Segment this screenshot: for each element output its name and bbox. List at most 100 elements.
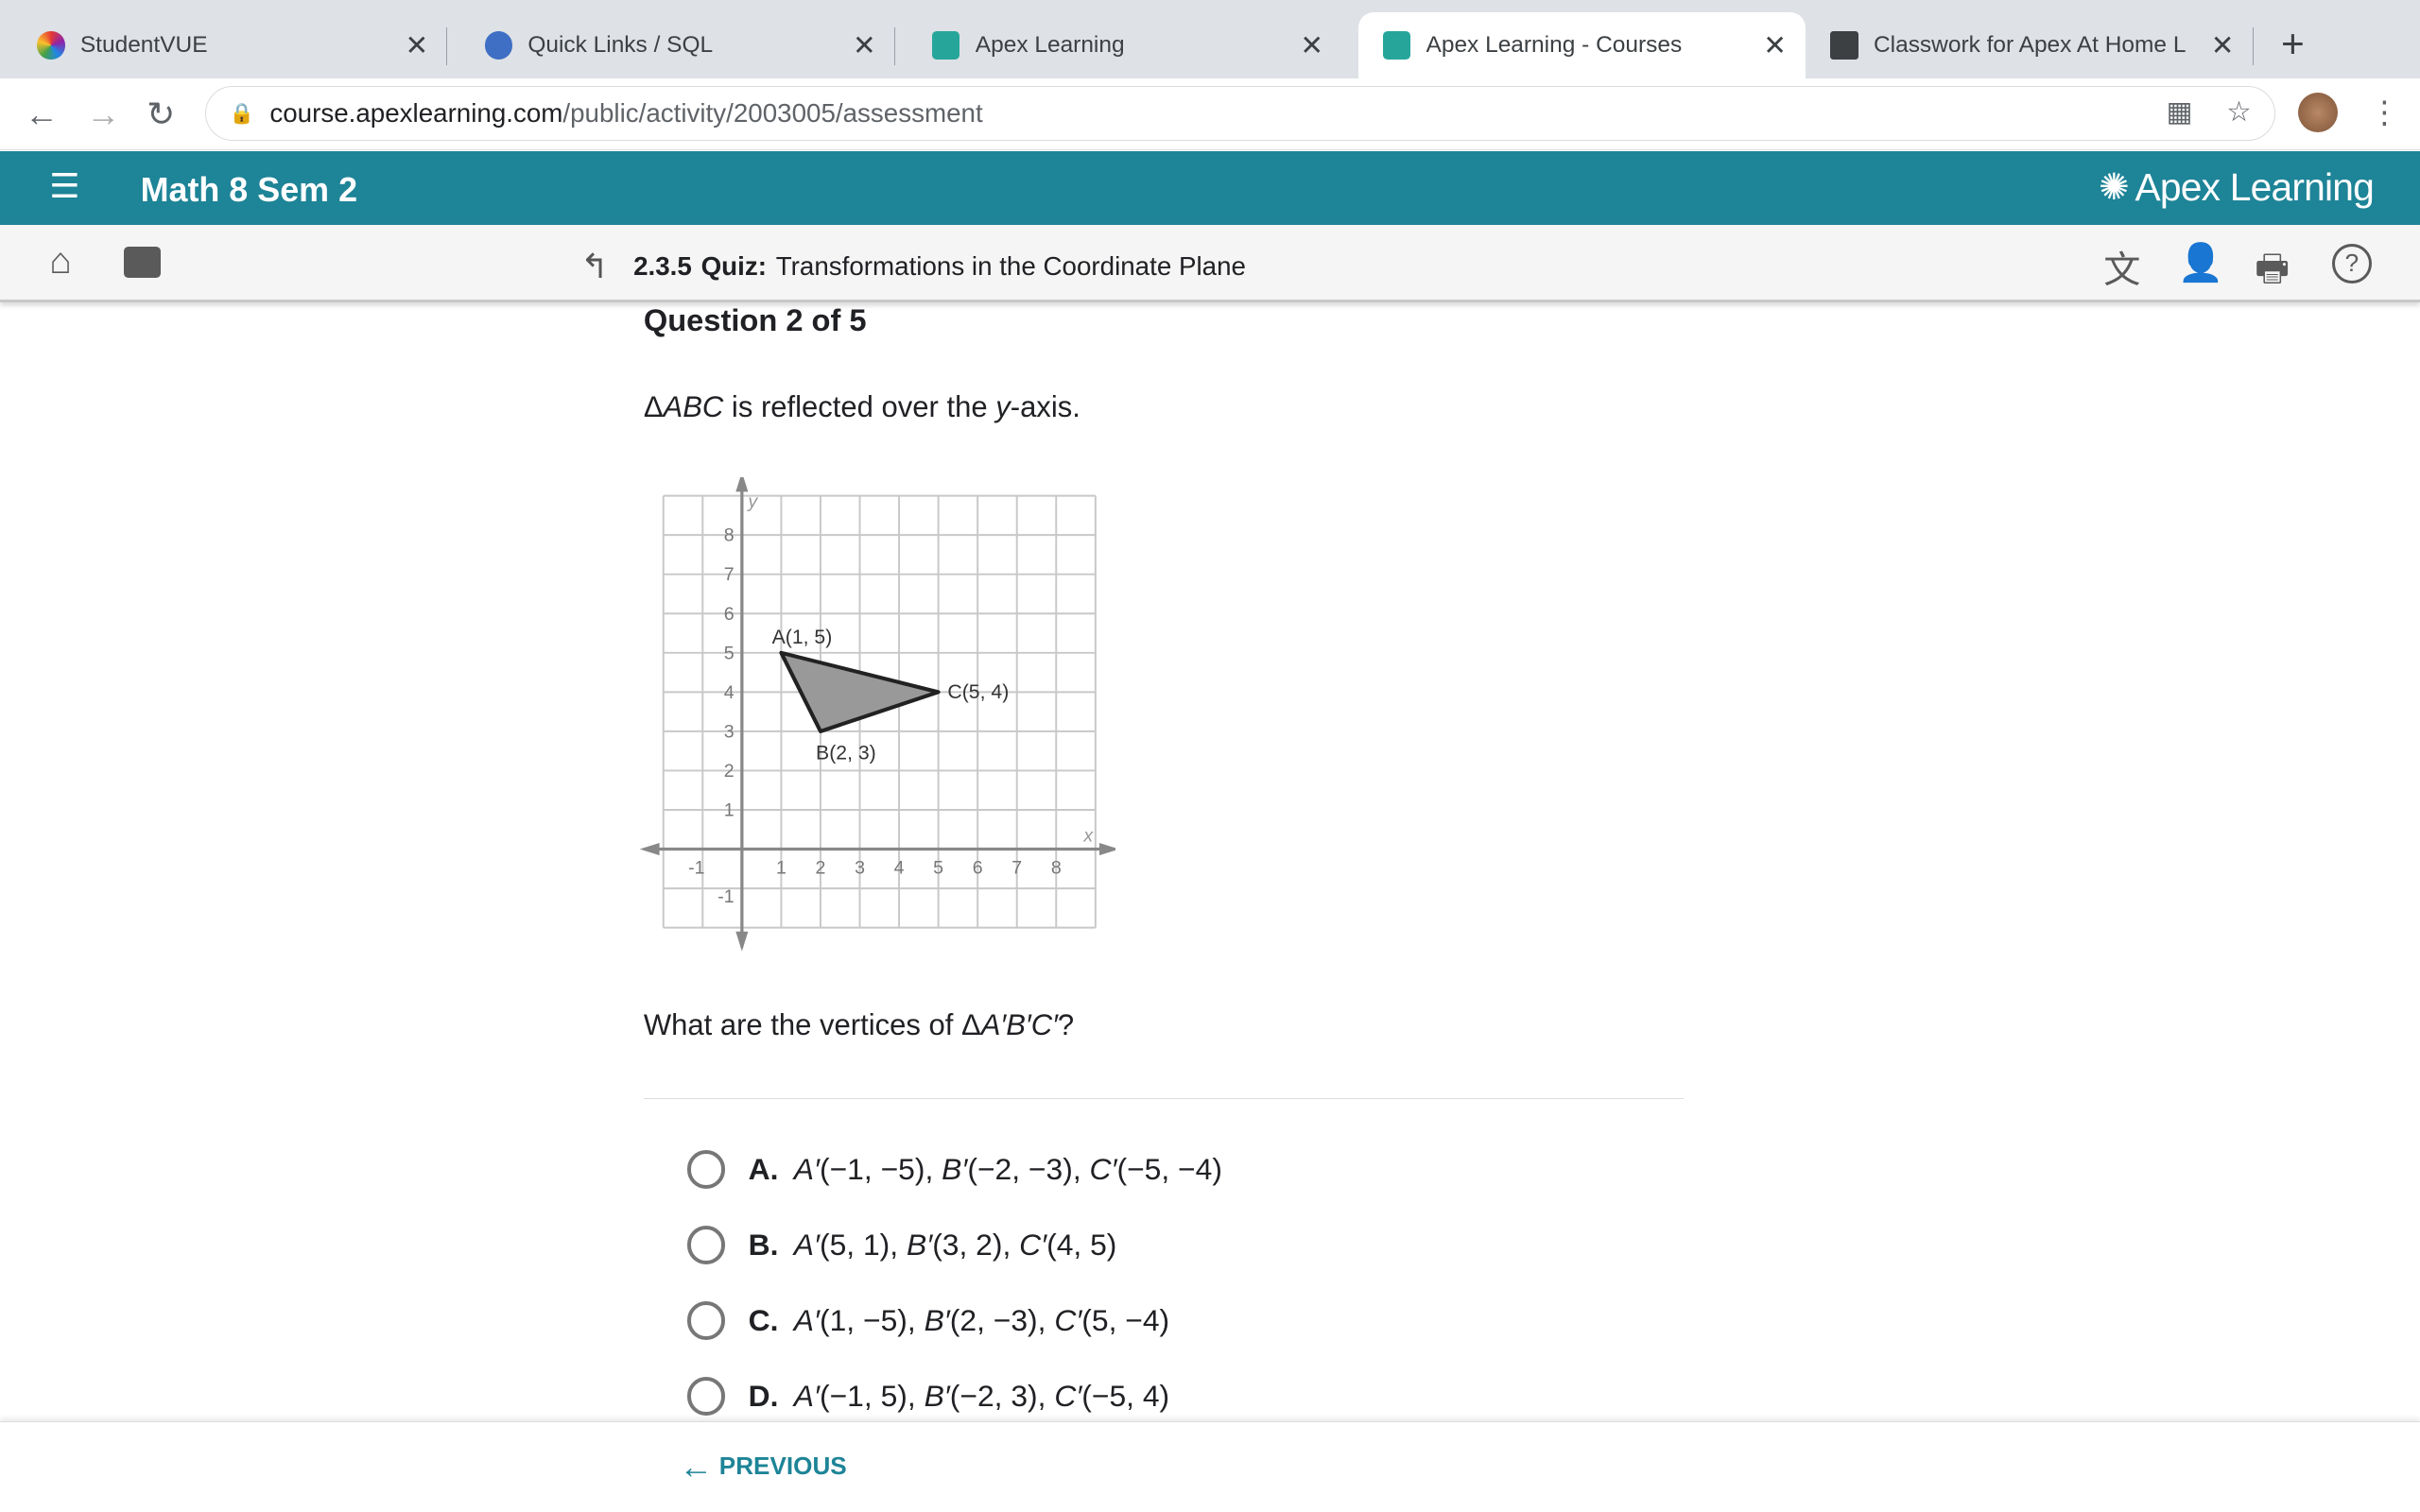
activity-type: Quiz: [700, 251, 767, 282]
previous-button[interactable]: ← PREVIOUS [679, 1447, 846, 1486]
y-tick-label: 7 [724, 564, 735, 585]
activity-number: 2.3.5 [633, 251, 692, 282]
translate-icon[interactable]: 文 [2103, 241, 2140, 294]
divider [643, 1097, 1685, 1100]
x-tick-label: 1 [776, 858, 786, 879]
choice-text: A′(5, 1), B′(3, 2), C′(4, 5) [793, 1228, 1117, 1263]
activity-title: Transformations in the Coordinate Plane [775, 251, 1246, 282]
tab-quick-links[interactable]: Quick Links / SQL ✕ [447, 12, 895, 78]
answer-choice-a[interactable]: A. A′(−1, −5), B′(−2, −3), C′(−5, −4) [686, 1132, 1693, 1208]
course-title: Math 8 Sem 2 [140, 169, 358, 209]
address-bar[interactable]: 🔒 course.apexlearning.com/public/activit… [205, 86, 2275, 141]
close-icon[interactable]: ✕ [398, 29, 435, 62]
y-tick-label: 4 [724, 682, 735, 703]
home-icon[interactable]: ⌂ [49, 241, 72, 283]
x-tick-label: 2 [816, 858, 826, 879]
reload-icon[interactable]: ↻ [147, 94, 175, 134]
close-icon[interactable]: ✕ [2204, 29, 2240, 62]
app-header: ☰ Math 8 Sem 2 ✺ Apex Learning [0, 150, 2420, 226]
y-axis-label: y [747, 491, 759, 512]
x-axis-label: x [1083, 825, 1095, 846]
choice-letter: A. [748, 1152, 779, 1187]
apex-icon [1382, 31, 1411, 60]
vertex-label-b: B(2, 3) [816, 742, 876, 764]
radio-button[interactable] [686, 1226, 726, 1265]
apex-icon [932, 31, 960, 60]
x-tick-label: -1 [688, 858, 704, 879]
vertex-label-c: C(5, 4) [948, 681, 1010, 703]
activity-bar: ⌂ ↰ 2.3.5 Quiz: Transformations in the C… [0, 225, 2420, 304]
back-icon[interactable]: ← [25, 94, 59, 134]
arrow-left-icon: ← [679, 1446, 714, 1486]
y-tick-label: 2 [724, 761, 735, 782]
choice-letter: C. [748, 1303, 779, 1338]
choice-letter: B. [748, 1228, 779, 1263]
apex-logo: ✺ Apex Learning [2098, 164, 2375, 209]
answer-choice-b[interactable]: B. A′(5, 1), B′(3, 2), C′(4, 5) [686, 1208, 1693, 1283]
lock-icon: 🔒 [229, 102, 255, 125]
y-axis-arrow [735, 931, 749, 952]
y-tick-label: 1 [724, 800, 735, 821]
avatar[interactable] [2298, 92, 2339, 133]
choice-text: A′(−1, 5), B′(−2, 3), C′(−5, 4) [793, 1379, 1170, 1414]
y-tick-label: 8 [724, 525, 735, 546]
close-icon[interactable]: ✕ [1756, 29, 1793, 62]
menu-icon[interactable]: ☰ [49, 166, 79, 206]
x-tick-label: 4 [894, 858, 905, 879]
x-axis-arrow [640, 843, 660, 856]
tab-strip: StudentVUE ✕ Quick Links / SQL ✕ Apex Lear… [0, 0, 2420, 79]
star-icon[interactable]: ☆ [2226, 95, 2251, 129]
vertex-label-a: A(1, 5) [772, 627, 833, 648]
studentvue-icon [37, 31, 65, 60]
y-tick-label: -1 [718, 886, 735, 907]
briefcase-icon[interactable] [123, 247, 161, 278]
forward-icon[interactable]: → [86, 94, 120, 134]
tab-title: Apex Learning [975, 32, 1125, 59]
x-tick-label: 5 [933, 858, 943, 879]
question-ask: What are the vertices of ΔA′B′C′? [643, 1008, 1075, 1042]
apps-icon[interactable]: ▦ [2167, 95, 2193, 129]
x-tick-label: 8 [1051, 858, 1062, 879]
menu-kebab-icon[interactable]: ⋮ [2369, 94, 2400, 130]
browser-toolbar: ← → ↻ 🔒 course.apexlearning.com/public/a… [0, 78, 2420, 151]
url-text: course.apexlearning.com/public/activity/… [269, 98, 983, 129]
x-axis-arrow [1099, 843, 1120, 856]
read-aloud-icon[interactable]: 👤 [2178, 241, 2224, 284]
question-counter: Question 2 of 5 [643, 301, 867, 337]
tab-apex-learning[interactable]: Apex Learning ✕ [895, 12, 1342, 78]
y-tick-label: 3 [724, 721, 735, 742]
up-arrow-icon[interactable]: ↰ [580, 247, 609, 286]
radio-button[interactable] [686, 1301, 726, 1341]
graph-svg: -1 1 2 3 4 5 6 7 8-112345678xyA(1, 5)B(2, 3)C(5,… [640, 472, 1120, 952]
y-axis-arrow [735, 472, 749, 492]
coordinate-graph: -1 1 2 3 4 5 6 7 8 -1 1 2 3 4 5 6 7 8 x y A(1, 5) B(2, 3) C(5,… [637, 472, 1693, 962]
answer-choice-c[interactable]: C. A′(1, −5), B′(2, −3), C′(5, −4) [686, 1283, 1693, 1359]
x-tick-label: 6 [973, 858, 983, 879]
globe-icon [484, 31, 512, 60]
new-tab-button[interactable]: + [2281, 22, 2305, 67]
x-tick-label: 7 [1012, 858, 1023, 879]
question-panel: Question 2 of 5 ΔABC is reflected over t… [640, 301, 1693, 1435]
help-icon[interactable]: ? [2331, 243, 2372, 284]
choice-text: A′(−1, −5), B′(−2, −3), C′(−5, −4) [793, 1152, 1222, 1187]
tab-studentvue[interactable]: StudentVUE ✕ [0, 12, 448, 78]
x-tick-label: 3 [855, 858, 865, 879]
choice-text: A′(1, −5), B′(2, −3), C′(5, −4) [793, 1303, 1170, 1338]
close-icon[interactable]: ✕ [1293, 29, 1330, 62]
footer-nav: ← PREVIOUS [0, 1420, 2420, 1512]
tab-classwork[interactable]: Classwork for Apex At Home L ✕ [1806, 12, 2254, 78]
y-tick-label: 6 [724, 604, 735, 625]
print-icon[interactable]: 🖶 [2255, 241, 2290, 304]
close-icon[interactable]: ✕ [846, 29, 883, 62]
choice-letter: D. [748, 1379, 779, 1414]
y-tick-label: 5 [724, 643, 735, 663]
radio-button[interactable] [686, 1150, 726, 1190]
tab-title: StudentVUE [79, 32, 208, 59]
tab-title: Apex Learning - Courses [1426, 32, 1683, 59]
radio-button[interactable] [686, 1377, 726, 1416]
question-prompt: ΔABC is reflected over the y-axis. [643, 390, 1080, 424]
tab-apex-courses[interactable]: Apex Learning - Courses ✕ [1357, 12, 1806, 79]
tab-title: Quick Links / SQL [527, 32, 714, 59]
classroom-icon [1830, 31, 1858, 60]
tab-title: Classwork for Apex At Home L [1873, 32, 2187, 59]
